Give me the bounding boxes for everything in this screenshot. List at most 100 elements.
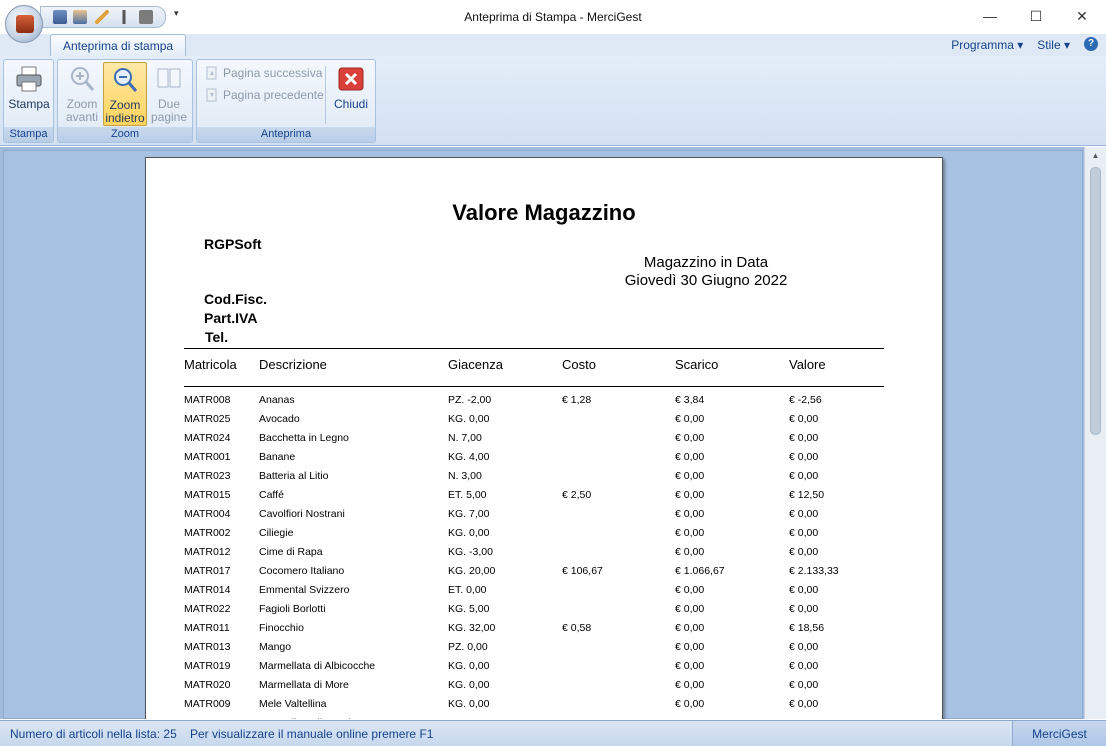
report-title: Valore Magazzino bbox=[452, 200, 636, 225]
close-preview-button[interactable]: Chiudi bbox=[329, 62, 373, 126]
ribbon-tab-row: Anteprima di stampa Programma ▾ Stile ▾ … bbox=[0, 34, 1106, 56]
cell-valore: € 0,00 bbox=[789, 584, 819, 596]
cell-valore: € 0,00 bbox=[789, 660, 819, 672]
next-page-button[interactable]: Pagina successiva bbox=[205, 64, 322, 82]
cell-giacenza: KG. 4,00 bbox=[448, 451, 490, 463]
report-page: Valore Magazzino RGPSoft Magazzino in Da… bbox=[145, 157, 943, 719]
cell-valore: € 0,00 bbox=[789, 717, 818, 719]
minimize-button[interactable]: — bbox=[970, 4, 1010, 28]
cell-giacenza: KG. 32,00 bbox=[448, 622, 496, 634]
cell-descrizione: Cime di Rapa bbox=[259, 546, 323, 558]
previous-page-button[interactable]: Pagina precedente bbox=[205, 86, 324, 104]
preview-area[interactable]: Valore Magazzino RGPSoft Magazzino in Da… bbox=[0, 147, 1106, 719]
group-anteprima: Pagina successiva Pagina precedente Chiu… bbox=[196, 59, 376, 143]
ribbon: Stampa Stampa Zoom avanti Zoom indietro bbox=[0, 56, 1106, 146]
maximize-button[interactable]: ☐ bbox=[1016, 4, 1056, 28]
cell-scarico: € 0,00 bbox=[675, 584, 705, 596]
cell-valore: € 12,50 bbox=[789, 489, 825, 501]
cell-valore: € 0,00 bbox=[789, 413, 819, 425]
cell-valore: € 0,00 bbox=[789, 527, 819, 539]
cell-scarico: € 0,00 bbox=[675, 717, 704, 719]
zoom-out-icon bbox=[114, 68, 138, 92]
date-label: Magazzino in Data bbox=[643, 254, 769, 271]
help-icon[interactable]: ? bbox=[1084, 37, 1098, 51]
cell-descrizione: Marmellata di Albicocche bbox=[259, 660, 376, 672]
two-pages-button[interactable]: Due pagine bbox=[147, 62, 191, 126]
cell-giacenza: KG. 7,00 bbox=[448, 508, 490, 520]
cell-valore: € 18,56 bbox=[789, 622, 825, 634]
previous-page-label: Pagina precedente bbox=[223, 88, 324, 102]
zoom-out-button[interactable]: Zoom indietro bbox=[103, 62, 147, 126]
cell-matricola: MATR008 bbox=[184, 394, 231, 406]
vertical-scrollbar[interactable]: ▲ bbox=[1084, 147, 1106, 719]
menu-stile[interactable]: Stile ▾ bbox=[1037, 37, 1070, 53]
cell-scarico: € 0,00 bbox=[675, 432, 705, 444]
cell-descrizione: Avocado bbox=[259, 413, 300, 425]
group-label-zoom: Zoom bbox=[58, 127, 192, 142]
column-giacenza-header: Giacenza bbox=[448, 357, 503, 372]
close-preview-label: Chiudi bbox=[333, 97, 369, 111]
two-pages-label-1: Due bbox=[157, 97, 180, 111]
scroll-up-arrow-icon[interactable]: ▲ bbox=[1085, 147, 1106, 164]
zoom-in-icon bbox=[71, 67, 95, 91]
cell-descrizione: Marmellata di More bbox=[259, 679, 349, 691]
scroll-thumb[interactable] bbox=[1090, 167, 1101, 435]
cell-giacenza: KG. 0,00 bbox=[448, 698, 490, 710]
close-button[interactable]: ✕ bbox=[1062, 4, 1102, 28]
column-valore-header: Valore bbox=[789, 357, 826, 372]
status-bar: Numero di articoli nella lista: 25 Per v… bbox=[0, 720, 1106, 746]
zoom-in-button[interactable]: Zoom avanti bbox=[60, 62, 104, 126]
column-matricola-header: Matricola bbox=[184, 357, 237, 372]
cell-descrizione: Ciliegie bbox=[259, 527, 294, 539]
company-name: RGPSoft bbox=[204, 236, 262, 252]
cell-giacenza: KG. -3,00 bbox=[448, 546, 493, 558]
print-button-label: Stampa bbox=[8, 97, 50, 111]
zoom-out-label-1: Zoom bbox=[109, 98, 141, 112]
group-label-stampa: Stampa bbox=[4, 127, 53, 142]
cell-matricola: MATR007 bbox=[184, 717, 231, 719]
column-scarico-header: Scarico bbox=[675, 357, 719, 372]
cell-matricola: MATR009 bbox=[184, 698, 231, 710]
cell-matricola: MATR002 bbox=[184, 527, 231, 539]
cell-descrizione: Banane bbox=[259, 451, 296, 463]
cell-giacenza: KG. 5,00 bbox=[448, 603, 490, 615]
cell-valore: € 0,00 bbox=[789, 679, 819, 691]
cell-scarico: € 0,00 bbox=[675, 413, 705, 425]
cell-descrizione: Marmellata di Pesche bbox=[259, 717, 360, 719]
group-zoom: Zoom avanti Zoom indietro Due pagine Zoo… bbox=[57, 59, 193, 143]
cell-matricola: MATR015 bbox=[184, 489, 231, 501]
tab-anteprima-di-stampa[interactable]: Anteprima di stampa bbox=[50, 34, 187, 56]
group-label-anteprima: Anteprima bbox=[197, 127, 375, 142]
cell-scarico: € 0,00 bbox=[675, 679, 705, 691]
cell-valore: € 2.133,33 bbox=[789, 565, 839, 577]
cell-matricola: MATR012 bbox=[184, 546, 231, 558]
close-icon bbox=[338, 67, 364, 91]
date-value: Giovedì 30 Giugno 2022 bbox=[624, 272, 788, 289]
cell-valore: € 0,00 bbox=[789, 603, 819, 615]
menu-programma[interactable]: Programma ▾ bbox=[951, 37, 1023, 53]
cell-giacenza: N. 7,00 bbox=[448, 432, 482, 444]
cell-valore: € 0,00 bbox=[789, 698, 819, 710]
cell-giacenza: PZ. 0,00 bbox=[448, 641, 488, 653]
cell-descrizione: Batteria al Litio bbox=[259, 470, 329, 482]
cell-giacenza: KG. 0,00 bbox=[448, 660, 490, 672]
cell-matricola: MATR020 bbox=[184, 679, 231, 691]
cell-matricola: MATR004 bbox=[184, 508, 231, 520]
cell-valore: € 0,00 bbox=[789, 508, 819, 520]
previous-page-icon bbox=[206, 88, 217, 102]
cell-giacenza: KG. 0,00 bbox=[448, 679, 490, 691]
cell-scarico: € 0,00 bbox=[675, 451, 705, 463]
column-descrizione-header: Descrizione bbox=[259, 357, 327, 372]
zoom-in-label-1: Zoom bbox=[66, 97, 98, 111]
cell-scarico: € 0,00 bbox=[675, 546, 705, 558]
window-title: Anteprima di Stampa - MerciGest bbox=[464, 10, 642, 24]
print-button[interactable]: Stampa bbox=[7, 62, 51, 126]
next-page-label: Pagina successiva bbox=[223, 66, 323, 80]
cell-valore: € 0,00 bbox=[789, 451, 819, 463]
cell-matricola: MATR019 bbox=[184, 660, 231, 672]
cell-matricola: MATR013 bbox=[184, 641, 231, 653]
application-menu-button[interactable] bbox=[5, 5, 43, 43]
cell-scarico: € 0,00 bbox=[675, 603, 705, 615]
cell-descrizione: Bacchetta in Legno bbox=[259, 432, 349, 444]
cell-valore: € 0,00 bbox=[789, 470, 819, 482]
